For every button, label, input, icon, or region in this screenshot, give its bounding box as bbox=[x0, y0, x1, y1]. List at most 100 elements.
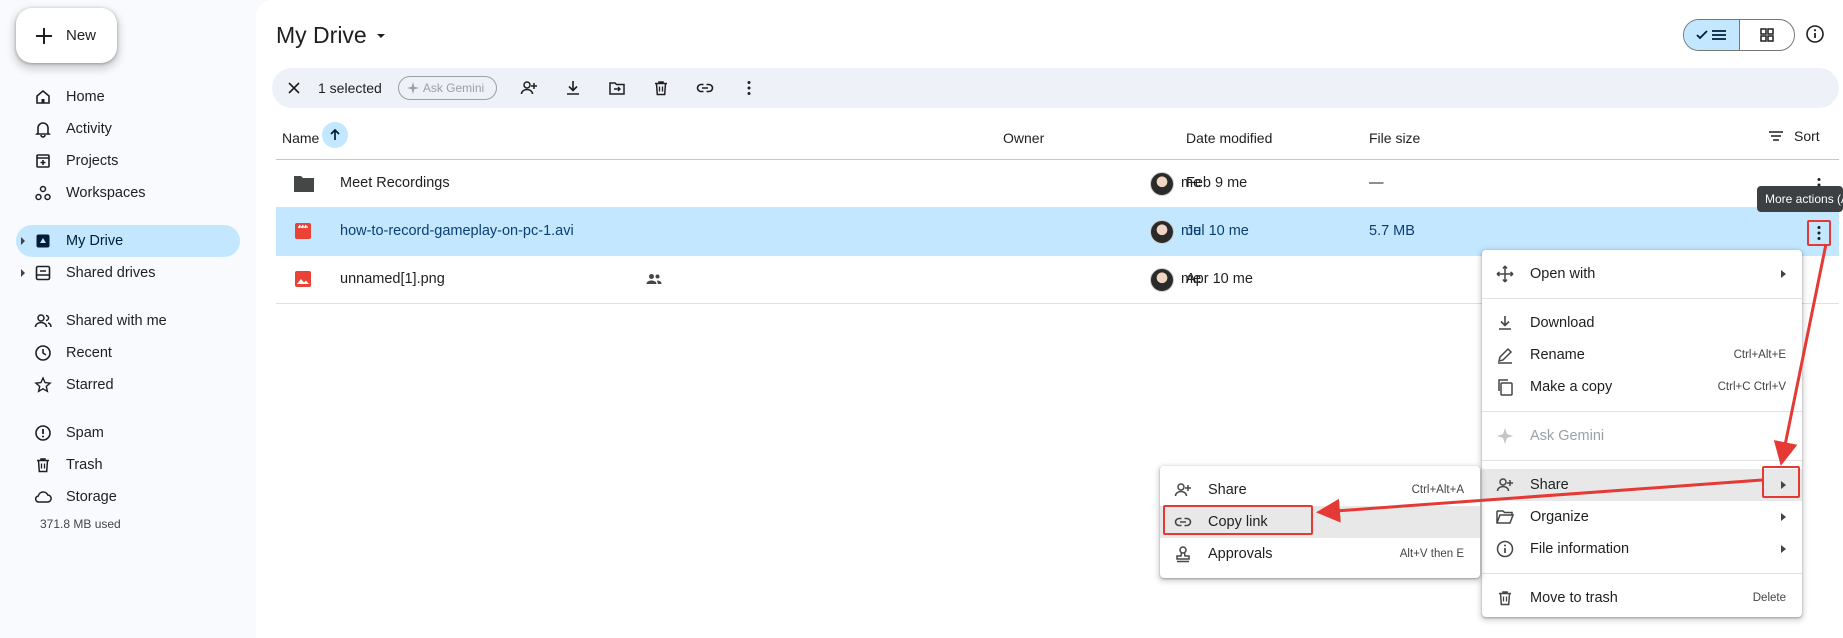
pencil-icon bbox=[1497, 347, 1513, 364]
home-icon bbox=[36, 89, 50, 104]
menu-item-make-copy[interactable]: Make a copy Ctrl+C Ctrl+V bbox=[1482, 371, 1802, 403]
menu-label: Open with bbox=[1530, 266, 1596, 282]
sparkle-icon bbox=[406, 82, 419, 94]
delete-button[interactable] bbox=[639, 72, 683, 104]
menu-item-open-with[interactable]: Open with bbox=[1482, 258, 1802, 290]
sidebar-item-storage[interactable]: Storage bbox=[16, 481, 240, 513]
more-vert-icon bbox=[1817, 226, 1821, 240]
menu-item-share[interactable]: Share bbox=[1482, 469, 1802, 501]
file-list-header: Name Owner Date modified File size Sort bbox=[276, 116, 1839, 160]
menu-divider bbox=[1482, 460, 1802, 461]
sidebar-item-workspaces[interactable]: Workspaces bbox=[16, 177, 240, 209]
list-view-button[interactable] bbox=[1684, 20, 1740, 50]
more-actions-tooltip: More actions (Alt+A) bbox=[1757, 186, 1843, 212]
details-button[interactable] bbox=[1805, 24, 1825, 44]
sort-button[interactable]: Sort bbox=[1768, 128, 1820, 144]
sidebar: New Home Activity Projects Workspaces My… bbox=[0, 0, 256, 638]
menu-shortcut: Delete bbox=[1752, 592, 1786, 604]
sidebar-item-recent[interactable]: Recent bbox=[16, 337, 240, 369]
add-person-icon bbox=[1174, 483, 1191, 497]
menu-item-move-to-trash[interactable]: Move to trash Delete bbox=[1482, 582, 1802, 614]
open-with-icon bbox=[1496, 265, 1514, 283]
menu-label: Share bbox=[1530, 477, 1569, 493]
page-title-text: My Drive bbox=[276, 22, 367, 48]
menu-label: Ask Gemini bbox=[1530, 428, 1605, 444]
more-actions-button[interactable] bbox=[727, 72, 771, 104]
column-owner[interactable]: Owner bbox=[1003, 130, 1044, 146]
copy-icon bbox=[1498, 379, 1513, 396]
info-icon bbox=[1806, 25, 1824, 43]
page-title[interactable]: My Drive bbox=[276, 22, 387, 49]
date-text: Feb 9 me bbox=[1186, 175, 1247, 191]
sidebar-item-my-drive[interactable]: My Drive bbox=[16, 225, 240, 257]
sidebar-item-trash[interactable]: Trash bbox=[16, 449, 240, 481]
menu-label: Copy link bbox=[1208, 514, 1268, 530]
submenu-arrow-icon bbox=[1781, 270, 1786, 278]
sidebar-item-label: Trash bbox=[66, 457, 103, 473]
video-file-icon bbox=[295, 223, 311, 239]
column-file-size[interactable]: File size bbox=[1369, 130, 1420, 146]
menu-item-rename[interactable]: Rename Ctrl+Alt+E bbox=[1482, 339, 1802, 371]
ask-gemini-chip[interactable]: Ask Gemini bbox=[397, 76, 498, 100]
sidebar-item-shared-drives[interactable]: Shared drives bbox=[16, 257, 240, 289]
sidebar-item-label: Workspaces bbox=[66, 185, 146, 201]
column-name[interactable]: Name bbox=[282, 130, 319, 146]
shared-people-icon bbox=[646, 274, 662, 284]
size-text: 5.7 MB bbox=[1369, 223, 1415, 239]
add-person-icon bbox=[1496, 478, 1513, 492]
sidebar-item-label: Home bbox=[66, 89, 105, 105]
sidebar-item-activity[interactable]: Activity bbox=[16, 113, 240, 145]
sidebar-item-spam[interactable]: Spam bbox=[16, 417, 240, 449]
menu-shortcut: Ctrl+Alt+E bbox=[1733, 349, 1786, 361]
menu-label: Move to trash bbox=[1530, 590, 1618, 606]
menu-item-organize[interactable]: Organize bbox=[1482, 501, 1802, 533]
clock-icon bbox=[35, 345, 51, 361]
file-name: how-to-record-gameplay-on-pc-1.avi bbox=[340, 223, 574, 239]
menu-item-approvals[interactable]: Approvals Alt+V then E bbox=[1160, 538, 1480, 570]
sidebar-item-projects[interactable]: Projects bbox=[16, 145, 240, 177]
folder-open-icon bbox=[1496, 510, 1514, 524]
caret-down-icon bbox=[376, 33, 385, 38]
download-icon bbox=[567, 81, 580, 95]
menu-item-file-information[interactable]: File information bbox=[1482, 533, 1802, 565]
sort-label: Sort bbox=[1794, 128, 1820, 144]
expand-caret-icon[interactable] bbox=[21, 237, 25, 245]
add-person-icon bbox=[520, 81, 538, 95]
trash-icon bbox=[37, 458, 49, 473]
copy-link-button[interactable] bbox=[683, 72, 727, 104]
table-row[interactable]: Meet Recordings me Feb 9 me — bbox=[276, 160, 1839, 208]
avatar bbox=[1150, 172, 1174, 196]
table-row-selected[interactable]: how-to-record-gameplay-on-pc-1.avi me Ju… bbox=[276, 208, 1839, 256]
avatar bbox=[1150, 220, 1174, 244]
download-button[interactable] bbox=[551, 72, 595, 104]
column-date-modified[interactable]: Date modified bbox=[1186, 130, 1272, 146]
move-button[interactable] bbox=[595, 72, 639, 104]
selection-count: 1 selected bbox=[318, 80, 382, 96]
sidebar-item-starred[interactable]: Starred bbox=[16, 369, 240, 401]
menu-item-copy-link[interactable]: Copy link bbox=[1160, 506, 1480, 538]
menu-label: Organize bbox=[1530, 509, 1589, 525]
clear-selection-button[interactable] bbox=[282, 72, 306, 104]
bell-icon bbox=[35, 122, 51, 138]
share-button[interactable] bbox=[507, 72, 551, 104]
sidebar-item-shared-with-me[interactable]: Shared with me bbox=[16, 305, 240, 337]
expand-caret-icon[interactable] bbox=[21, 269, 25, 277]
menu-label: Share bbox=[1208, 482, 1247, 498]
grid-view-button[interactable] bbox=[1740, 20, 1795, 50]
link-icon bbox=[696, 83, 714, 93]
menu-shortcut: Ctrl+Alt+A bbox=[1411, 484, 1464, 496]
sidebar-item-label: Recent bbox=[66, 345, 112, 361]
submenu-arrow-icon bbox=[1781, 513, 1786, 521]
menu-item-download[interactable]: Download bbox=[1482, 307, 1802, 339]
menu-item-ask-gemini: Ask Gemini bbox=[1482, 420, 1802, 452]
sidebar-item-home[interactable]: Home bbox=[16, 81, 240, 113]
submenu-arrow-icon bbox=[1781, 481, 1786, 489]
trash-icon bbox=[1499, 591, 1511, 606]
menu-item-share[interactable]: Share Ctrl+Alt+A bbox=[1160, 474, 1480, 506]
sidebar-item-label: Shared drives bbox=[66, 265, 156, 281]
row-more-actions-button[interactable] bbox=[1807, 220, 1831, 246]
sidebar-item-label: Spam bbox=[66, 425, 104, 441]
sort-direction-button[interactable] bbox=[322, 122, 348, 148]
move-folder-icon bbox=[609, 82, 625, 95]
new-button[interactable]: New bbox=[16, 8, 117, 63]
